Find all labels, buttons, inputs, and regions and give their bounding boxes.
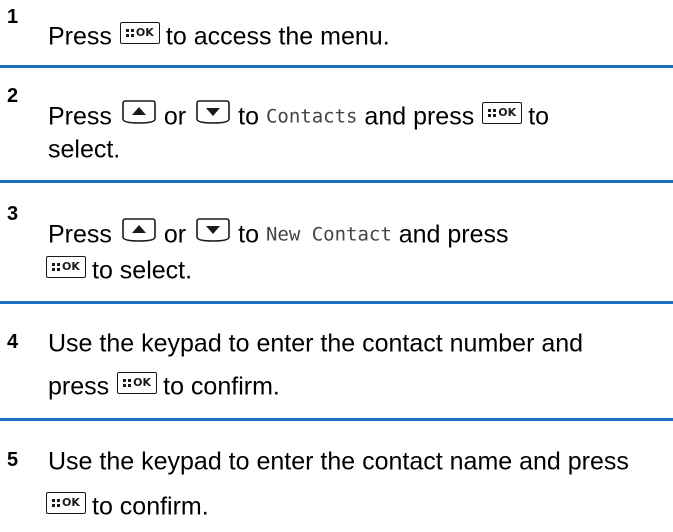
step-text-line: OK to confirm. (46, 490, 209, 521)
step-number: 5 (7, 449, 19, 471)
step-text-line: Use the keypad to enter the contact numb… (48, 327, 583, 358)
step-number: 2 (7, 85, 19, 107)
step-text-line: Press or to New Contact and press (48, 218, 509, 249)
step-text-line: press OK to confirm. (48, 370, 280, 401)
navigation-down-key-icon (196, 99, 230, 125)
step-divider (0, 418, 673, 421)
step-divider (0, 65, 673, 68)
navigation-up-key-icon (122, 99, 156, 125)
menu-ok-key-icon: OK (119, 22, 160, 45)
step-text: to confirm. (163, 372, 280, 401)
step-text-line: Use the keypad to enter the contact name… (48, 445, 629, 476)
step-text-line: OK to select. (46, 254, 192, 285)
step-text: to (238, 102, 259, 131)
menu-ok-key-icon: OK (117, 372, 158, 395)
step-text-line: Press or to Contacts and press OK to (48, 100, 549, 131)
step-text: press (48, 372, 110, 401)
step-text-line: Press OK to access the menu. (48, 20, 390, 51)
step-text: to (528, 102, 550, 131)
step-divider (0, 301, 673, 304)
step-text-line: select. (48, 133, 120, 164)
step-text: Press (48, 220, 112, 249)
menu-ok-key-icon: OK (46, 492, 86, 515)
step-number: 1 (7, 6, 19, 28)
step-text: to access the menu. (165, 22, 390, 51)
step-text: to (238, 220, 259, 249)
navigation-down-key-icon (196, 217, 230, 243)
step-text: select. (48, 135, 121, 164)
step-text: Use the keypad to enter the contact name… (48, 447, 629, 476)
step-divider (0, 180, 673, 183)
step-text: and press (364, 102, 475, 131)
display-text-new-contact: New Contact (265, 223, 392, 246)
navigation-up-key-icon (122, 217, 156, 243)
display-text-contacts: Contacts (265, 105, 358, 128)
menu-ok-key-icon: OK (46, 256, 86, 279)
menu-ok-key-icon: OK (482, 102, 523, 125)
step-number: 3 (7, 203, 19, 225)
step-text: and press (398, 220, 509, 249)
step-number: 4 (7, 331, 19, 353)
step-text: or (163, 102, 187, 131)
step-text: to select. (92, 256, 193, 285)
step-text: Press (48, 22, 112, 51)
step-text: Press (48, 102, 112, 131)
step-text: Use the keypad to enter the contact numb… (48, 329, 584, 358)
step-text: or (163, 220, 187, 249)
step-text: to confirm. (92, 492, 209, 521)
